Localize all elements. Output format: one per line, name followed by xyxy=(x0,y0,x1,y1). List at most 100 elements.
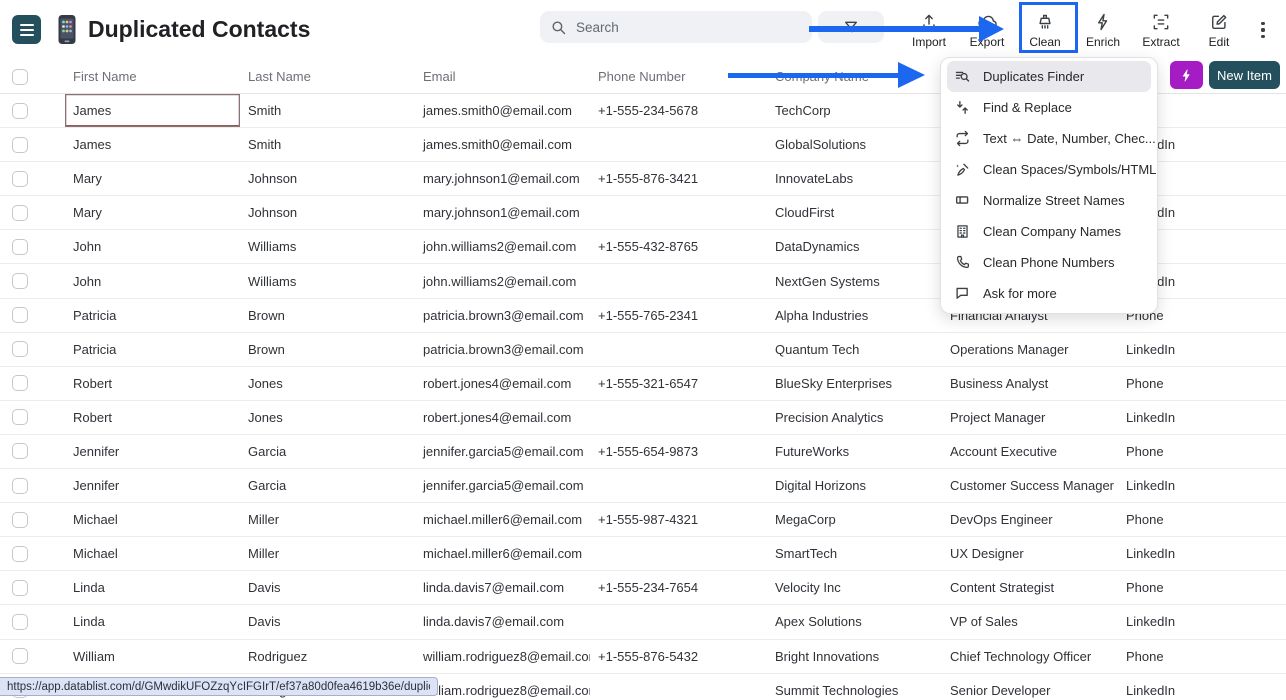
cell-source[interactable]: LinkedIn xyxy=(1118,605,1286,638)
column-header-last-name[interactable]: Last Name xyxy=(240,69,415,84)
cell-phone-number[interactable] xyxy=(590,605,767,638)
cell-first-name[interactable]: Mary xyxy=(65,196,240,229)
cell-email[interactable]: patricia.brown3@email.com xyxy=(415,333,590,366)
column-header-first-name[interactable]: First Name xyxy=(65,69,240,84)
cell-email[interactable]: william.rodriguez8@email.com xyxy=(415,674,590,700)
cell-job-title[interactable]: Operations Manager xyxy=(942,333,1118,366)
cell-last-name[interactable]: Williams xyxy=(240,264,415,297)
row-checkbox[interactable] xyxy=(12,443,28,459)
cell-job-title[interactable]: Senior Developer xyxy=(942,674,1118,700)
cell-last-name[interactable]: Smith xyxy=(240,94,415,127)
cell-first-name[interactable]: Robert xyxy=(65,401,240,434)
cell-email[interactable]: robert.jones4@email.com xyxy=(415,401,590,434)
cell-first-name[interactable]: Robert xyxy=(65,367,240,400)
cell-company-name[interactable]: MegaCorp xyxy=(767,503,942,536)
cell-phone-number[interactable]: +1-555-234-7654 xyxy=(590,571,767,604)
cell-last-name[interactable]: Garcia xyxy=(240,435,415,468)
cell-phone-number[interactable]: +1-555-234-5678 xyxy=(590,94,767,127)
row-checkbox[interactable] xyxy=(12,580,28,596)
cell-email[interactable]: james.smith0@email.com xyxy=(415,128,590,161)
cell-company-name[interactable]: Alpha Industries xyxy=(767,299,942,332)
cell-phone-number[interactable]: +1-555-876-3421 xyxy=(590,162,767,195)
cell-first-name[interactable]: William xyxy=(65,640,240,673)
row-checkbox[interactable] xyxy=(12,478,28,494)
toolbar-button-edit[interactable]: Edit xyxy=(1190,4,1248,56)
cell-last-name[interactable]: Jones xyxy=(240,367,415,400)
cell-company-name[interactable]: CloudFirst xyxy=(767,196,942,229)
cell-source[interactable]: LinkedIn xyxy=(1118,333,1286,366)
cell-phone-number[interactable]: +1-555-765-2341 xyxy=(590,299,767,332)
cell-first-name[interactable]: John xyxy=(65,264,240,297)
cell-job-title[interactable]: Customer Success Manager xyxy=(942,469,1118,502)
cell-last-name[interactable]: Williams xyxy=(240,230,415,263)
column-header-email[interactable]: Email xyxy=(415,69,590,84)
cell-phone-number[interactable] xyxy=(590,333,767,366)
cell-company-name[interactable]: Precision Analytics xyxy=(767,401,942,434)
new-item-button[interactable]: New Item xyxy=(1209,61,1280,89)
cell-company-name[interactable]: DataDynamics xyxy=(767,230,942,263)
cell-email[interactable]: jennifer.garcia5@email.com xyxy=(415,469,590,502)
cell-last-name[interactable]: Miller xyxy=(240,537,415,570)
cell-first-name[interactable]: Patricia xyxy=(65,299,240,332)
cell-source[interactable]: Phone xyxy=(1118,435,1286,468)
toolbar-button-extract[interactable]: Extract xyxy=(1132,4,1190,56)
cell-last-name[interactable]: Johnson xyxy=(240,196,415,229)
cell-company-name[interactable]: BlueSky Enterprises xyxy=(767,367,942,400)
cell-job-title[interactable]: Content Strategist xyxy=(942,571,1118,604)
row-checkbox[interactable] xyxy=(12,273,28,289)
menu-item-clean-spaces-symbols-html[interactable]: Clean Spaces/Symbols/HTML xyxy=(947,154,1151,185)
cell-job-title[interactable]: VP of Sales xyxy=(942,605,1118,638)
cell-company-name[interactable]: Velocity Inc xyxy=(767,571,942,604)
ai-magic-button[interactable] xyxy=(1170,61,1203,89)
cell-source[interactable]: Phone xyxy=(1118,571,1286,604)
cell-source[interactable]: LinkedIn xyxy=(1118,469,1286,502)
cell-company-name[interactable]: FutureWorks xyxy=(767,435,942,468)
cell-source[interactable]: Phone xyxy=(1118,640,1286,673)
menu-item-normalize-street-names[interactable]: Normalize Street Names xyxy=(947,185,1151,216)
toolbar-button-clean[interactable]: Clean xyxy=(1016,4,1074,56)
cell-phone-number[interactable] xyxy=(590,469,767,502)
cell-email[interactable]: linda.davis7@email.com xyxy=(415,571,590,604)
cell-company-name[interactable]: Digital Horizons xyxy=(767,469,942,502)
cell-last-name[interactable]: Miller xyxy=(240,503,415,536)
cell-email[interactable]: jennifer.garcia5@email.com xyxy=(415,435,590,468)
cell-last-name[interactable]: Brown xyxy=(240,333,415,366)
cell-phone-number[interactable]: +1-555-321-6547 xyxy=(590,367,767,400)
cell-email[interactable]: mary.johnson1@email.com xyxy=(415,196,590,229)
toolbar-button-enrich[interactable]: Enrich xyxy=(1074,4,1132,56)
menu-item-ask-for-more[interactable]: Ask for more xyxy=(947,278,1151,309)
cell-company-name[interactable]: Bright Innovations xyxy=(767,640,942,673)
cell-source[interactable]: LinkedIn xyxy=(1118,537,1286,570)
row-checkbox[interactable] xyxy=(12,648,28,664)
cell-first-name[interactable]: Mary xyxy=(65,162,240,195)
cell-first-name[interactable]: Jennifer xyxy=(65,469,240,502)
row-checkbox[interactable] xyxy=(12,307,28,323)
cell-source[interactable]: LinkedIn xyxy=(1118,674,1286,700)
row-checkbox[interactable] xyxy=(12,137,28,153)
cell-company-name[interactable]: TechCorp xyxy=(767,94,942,127)
cell-job-title[interactable]: DevOps Engineer xyxy=(942,503,1118,536)
cell-phone-number[interactable]: +1-555-987-4321 xyxy=(590,503,767,536)
row-checkbox[interactable] xyxy=(12,512,28,528)
row-checkbox[interactable] xyxy=(12,171,28,187)
cell-company-name[interactable]: Apex Solutions xyxy=(767,605,942,638)
cell-first-name[interactable]: Patricia xyxy=(65,333,240,366)
cell-last-name[interactable]: Davis xyxy=(240,571,415,604)
cell-first-name[interactable]: Michael xyxy=(65,537,240,570)
menu-item-duplicates-finder[interactable]: Duplicates Finder xyxy=(947,61,1151,92)
cell-email[interactable]: michael.miller6@email.com xyxy=(415,537,590,570)
cell-email[interactable]: michael.miller6@email.com xyxy=(415,503,590,536)
cell-first-name[interactable]: Jennifer xyxy=(65,435,240,468)
cell-phone-number[interactable] xyxy=(590,264,767,297)
menu-item-find-replace[interactable]: Find & Replace xyxy=(947,92,1151,123)
row-checkbox[interactable] xyxy=(12,239,28,255)
search-input[interactable] xyxy=(576,20,786,35)
cell-email[interactable]: mary.johnson1@email.com xyxy=(415,162,590,195)
cell-last-name[interactable]: Garcia xyxy=(240,469,415,502)
menu-item-clean-phone-numbers[interactable]: Clean Phone Numbers xyxy=(947,247,1151,278)
row-checkbox[interactable] xyxy=(12,103,28,119)
row-checkbox[interactable] xyxy=(12,341,28,357)
cell-phone-number[interactable] xyxy=(590,401,767,434)
row-checkbox[interactable] xyxy=(12,205,28,221)
cell-company-name[interactable]: SmartTech xyxy=(767,537,942,570)
